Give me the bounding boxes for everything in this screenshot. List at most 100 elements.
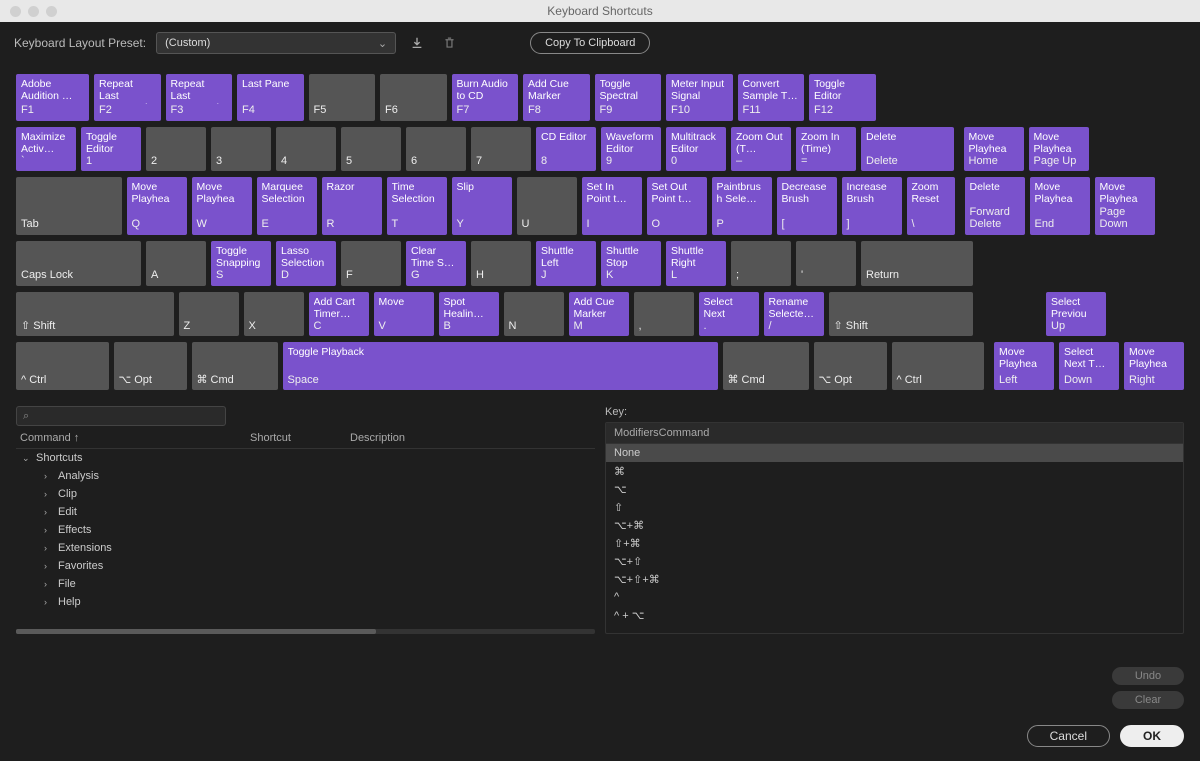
key-f12[interactable]: Toggle EditorF12 [809,74,876,121]
key--[interactable]: Rename Selecte…/ [764,292,824,337]
caret-right-icon[interactable]: › [44,597,58,607]
key-3[interactable]: 3 [211,127,271,172]
key-1[interactable]: Toggle Editor1 [81,127,141,172]
key-u[interactable]: U [517,177,577,234]
key--[interactable]: ' [796,241,856,286]
key-r[interactable]: RazorR [322,177,382,234]
tree-item[interactable]: ›File [16,575,595,593]
key-8[interactable]: CD Editor8 [536,127,596,172]
key--[interactable]: Zoom Out (T…– [731,127,791,172]
key-s[interactable]: Toggle SnappingS [211,241,271,286]
minimize-icon[interactable] [28,6,39,17]
caret-right-icon[interactable]: › [44,561,58,571]
key-f9[interactable]: Toggle Spectral F…F9 [595,74,662,121]
key--shift[interactable]: ⇧ Shift [829,292,974,337]
close-icon[interactable] [10,6,21,17]
key--cmd[interactable]: ⌘ Cmd [192,342,278,390]
modifier-row[interactable]: ⌥+⌘ [606,516,1183,534]
caret-right-icon[interactable]: › [44,579,58,589]
tree-item[interactable]: ›Help [16,593,595,611]
key-0[interactable]: Multitrack Editor0 [666,127,726,172]
col-description[interactable]: Description [350,432,405,444]
key-right[interactable]: Move PlayheaRight [1124,342,1184,390]
modifier-row[interactable]: ⌥+⇧+⌘ [606,570,1183,588]
ok-button[interactable]: OK [1120,725,1184,747]
save-preset-icon[interactable] [406,32,428,54]
key-x[interactable]: X [244,292,304,337]
key-g[interactable]: Clear Time S…G [406,241,466,286]
delete-preset-icon[interactable] [438,32,460,54]
key-tab[interactable]: Tab [16,177,122,234]
key-a[interactable]: A [146,241,206,286]
key-o[interactable]: Set Out Point t…O [647,177,707,234]
key--opt[interactable]: ⌥ Opt [814,342,887,390]
key-n[interactable]: N [504,292,564,337]
modifier-row[interactable]: None [606,444,1183,462]
key-y[interactable]: SlipY [452,177,512,234]
key--[interactable]: Maximize Activ…` [16,127,76,172]
modifier-row[interactable]: ^ + ⌥ [606,606,1183,624]
key-e[interactable]: Marquee SelectionE [257,177,317,234]
key-f1[interactable]: Adobe Audition …F1 [16,74,89,121]
tree-item[interactable]: ›Favorites [16,557,595,575]
key-down[interactable]: Select Next T…Down [1059,342,1119,390]
modifier-row[interactable]: ⌘ [606,462,1183,480]
key-delete[interactable]: DeleteDelete [861,127,954,172]
modifier-row[interactable]: ^ [606,588,1183,606]
key-f[interactable]: F [341,241,401,286]
caret-right-icon[interactable]: › [44,471,58,481]
caret-right-icon[interactable]: › [44,543,58,553]
col-mod-command[interactable]: Command [659,427,710,439]
key-m[interactable]: Add Cue MarkerM [569,292,629,337]
tree-item[interactable]: ›Edit [16,503,595,521]
key-q[interactable]: Move PlayheaQ [127,177,187,234]
tree-scrollbar[interactable] [16,629,595,634]
key-f6[interactable]: F6 [380,74,447,121]
modifier-row[interactable]: ⇧+⌘ [606,534,1183,552]
key--cmd[interactable]: ⌘ Cmd [723,342,809,390]
key-c[interactable]: Add Cart Timer…C [309,292,369,337]
undo-button[interactable]: Undo [1112,667,1184,685]
key-9[interactable]: Waveform Editor9 [601,127,661,172]
key-i[interactable]: Set In Point t…I [582,177,642,234]
key-l[interactable]: Shuttle RightL [666,241,726,286]
clear-button[interactable]: Clear [1112,691,1184,709]
tree-item[interactable]: ›Analysis [16,467,595,485]
caret-down-icon[interactable]: ⌄ [22,453,36,464]
key-d[interactable]: Lasso SelectionD [276,241,336,286]
key-5[interactable]: 5 [341,127,401,172]
key-caps-lock[interactable]: Caps Lock [16,241,141,286]
key-z[interactable]: Z [179,292,239,337]
key--ctrl[interactable]: ^ Ctrl [892,342,985,390]
key-2[interactable]: 2 [146,127,206,172]
key-f4[interactable]: Last PaneF4 [237,74,304,121]
key-up[interactable]: Select PreviouUp [1046,292,1106,337]
key-7[interactable]: 7 [471,127,531,172]
key-j[interactable]: Shuttle LeftJ [536,241,596,286]
key-f5[interactable]: F5 [309,74,376,121]
key-6[interactable]: 6 [406,127,466,172]
key-end[interactable]: Move PlayheaEnd [1030,177,1090,234]
key-f3[interactable]: Repeat Last Command…F3 [166,74,233,121]
key--ctrl[interactable]: ^ Ctrl [16,342,109,390]
key-return[interactable]: Return [861,241,973,286]
key-f7[interactable]: Burn Audio to CDF7 [452,74,519,121]
tree-root[interactable]: ⌄Shortcuts [16,449,595,467]
caret-right-icon[interactable]: › [44,489,58,499]
search-input[interactable]: ⌕ [16,406,226,426]
tree-item[interactable]: ›Effects [16,521,595,539]
cancel-button[interactable]: Cancel [1027,725,1110,747]
key-f10[interactable]: Meter Input SignalF10 [666,74,733,121]
key-v[interactable]: MoveV [374,292,434,337]
key--opt[interactable]: ⌥ Opt [114,342,187,390]
tree-item[interactable]: ›Clip [16,485,595,503]
key-page-down[interactable]: Move PlayheaPage Down [1095,177,1155,234]
col-shortcut[interactable]: Shortcut [250,432,350,444]
modifier-row[interactable]: ⌥ [606,480,1183,498]
key-w[interactable]: Move PlayheaW [192,177,252,234]
col-command[interactable]: Command ↑ [20,432,250,444]
key--[interactable]: Increase Brush] [842,177,902,234]
key-home[interactable]: Move PlayheaHome [964,127,1024,172]
copy-to-clipboard-button[interactable]: Copy To Clipboard [530,32,650,54]
key-p[interactable]: Paintbrush Sele…P [712,177,772,234]
